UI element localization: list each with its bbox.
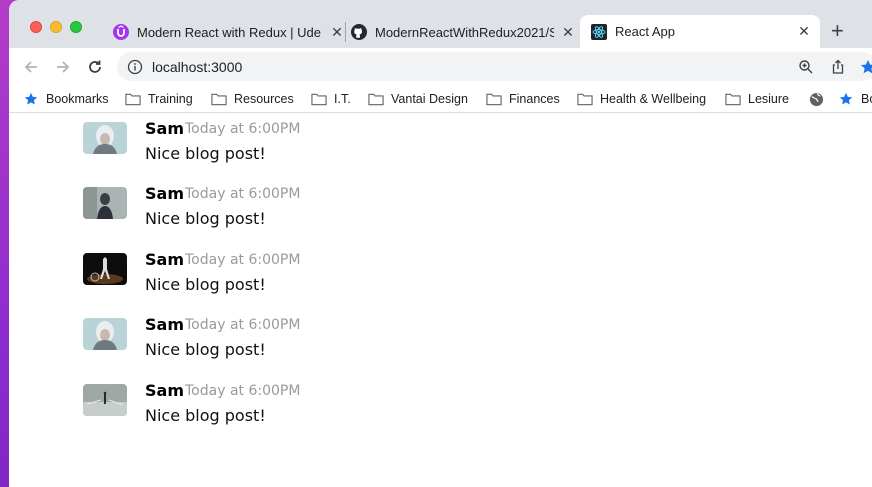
back-arrow-icon[interactable] [21,57,41,77]
comment-date: Today at 6:00PM [185,121,301,137]
bookmark-folder-resources[interactable]: Resources [211,90,294,108]
bookmark-star-icon[interactable] [859,58,872,76]
avatar[interactable] [83,187,127,219]
comment-text: Nice blog post! [145,144,266,163]
comment-date: Today at 6:00PM [185,252,301,268]
star-icon [23,92,39,106]
star-icon [838,92,854,106]
tab-close-icon[interactable]: ✕ [329,24,345,41]
comment-date: Today at 6:00PM [185,317,301,333]
bookmark-label: Bo [861,92,872,106]
site-info-icon[interactable] [127,59,143,75]
bookmark-label: Lesiure [748,92,789,106]
comment: Sam Today at 6:00PM Nice blog post! [83,249,483,309]
tab-udemy[interactable]: Modern React with Redux | Ude ✕ [113,16,345,48]
bookmark-folder-vantai-design[interactable]: Vantai Design [368,90,468,108]
url-text: localhost:3000 [152,58,243,75]
comment: Sam Today at 6:00PM Nice blog post! [83,118,483,178]
comment-text: Nice blog post! [145,406,266,425]
github-icon [351,24,367,40]
comment-date: Today at 6:00PM [185,383,301,399]
folder-icon [577,92,593,106]
comment: Sam Today at 6:00PM Nice blog post! [83,314,483,374]
tab-divider [345,22,346,42]
react-icon [591,23,607,40]
bookmark-label: Training [148,92,193,106]
folder-icon [211,92,227,106]
tab-close-icon[interactable]: ✕ [796,23,812,40]
avatar[interactable] [83,318,127,350]
folder-icon [125,92,141,106]
avatar[interactable] [83,253,127,285]
minimize-window-button[interactable] [50,21,62,33]
page-content: Sam Today at 6:00PM Nice blog post! Sam … [9,118,872,487]
bookmarks-bar: Bookmarks Training Resources I.T. Vantai… [9,85,872,113]
tab-title: React App [615,24,675,39]
comment: Sam Today at 6:00PM Nice blog post! [83,183,483,243]
bookmark-folder-training[interactable]: Training [125,90,193,108]
bookmark-label: Finances [509,92,560,106]
bookmark-label: Resources [234,92,294,106]
share-icon[interactable] [829,58,847,76]
new-tab-button[interactable]: + [831,20,844,42]
zoom-icon[interactable] [797,58,815,76]
tab-strip: Modern React with Redux | Ude ✕ ModernRe… [9,0,872,48]
tab-title: ModernReactWithRedux2021/S [375,24,554,40]
reload-icon[interactable] [85,57,105,77]
bookmark-folder-finances[interactable]: Finances [486,90,560,108]
globe-icon [808,92,824,106]
comment-author[interactable]: Sam [145,119,184,138]
avatar[interactable] [83,384,127,416]
comment-author[interactable]: Sam [145,250,184,269]
bookmark-label: Health & Wellbeing [600,92,707,106]
comment-text: Nice blog post! [145,209,266,228]
browser-toolbar: localhost:3000 [9,48,872,85]
folder-icon [486,92,502,106]
udemy-icon [113,24,129,40]
tab-github[interactable]: ModernReactWithRedux2021/S ✕ [351,16,576,48]
comment-author[interactable]: Sam [145,315,184,334]
comment-text: Nice blog post! [145,275,266,294]
forward-arrow-icon[interactable] [53,57,73,77]
browser-window: Modern React with Redux | Ude ✕ ModernRe… [9,0,872,487]
comment-author[interactable]: Sam [145,381,184,400]
bookmark-star-item[interactable]: Bo [838,90,872,108]
bookmark-label: Bookmarks [46,92,109,106]
avatar[interactable] [83,122,127,154]
folder-icon [725,92,741,106]
maximize-window-button[interactable] [70,21,82,33]
bookmark-folder-health-wellbeing[interactable]: Health & Wellbeing [577,90,706,108]
bookmark-globe[interactable] [808,90,831,108]
close-window-button[interactable] [30,21,42,33]
bookmark-label: I.T. [334,92,351,106]
bookmark-bookmarks[interactable]: Bookmarks [23,90,109,108]
tab-close-icon[interactable]: ✕ [560,24,576,41]
folder-icon [368,92,384,106]
bookmark-label: Vantai Design [391,92,468,106]
address-bar[interactable]: localhost:3000 [117,52,872,81]
comment: Sam Today at 6:00PM Nice blog post! [83,380,483,440]
comment-author[interactable]: Sam [145,184,184,203]
tab-react-app[interactable]: React App ✕ [580,15,820,48]
tab-title: Modern React with Redux | Ude [137,24,322,40]
folder-icon [311,92,327,106]
comment-date: Today at 6:00PM [185,186,301,202]
comment-text: Nice blog post! [145,340,266,359]
bookmark-folder-it[interactable]: I.T. [311,90,351,108]
bookmark-folder-lesiure[interactable]: Lesiure [725,90,789,108]
